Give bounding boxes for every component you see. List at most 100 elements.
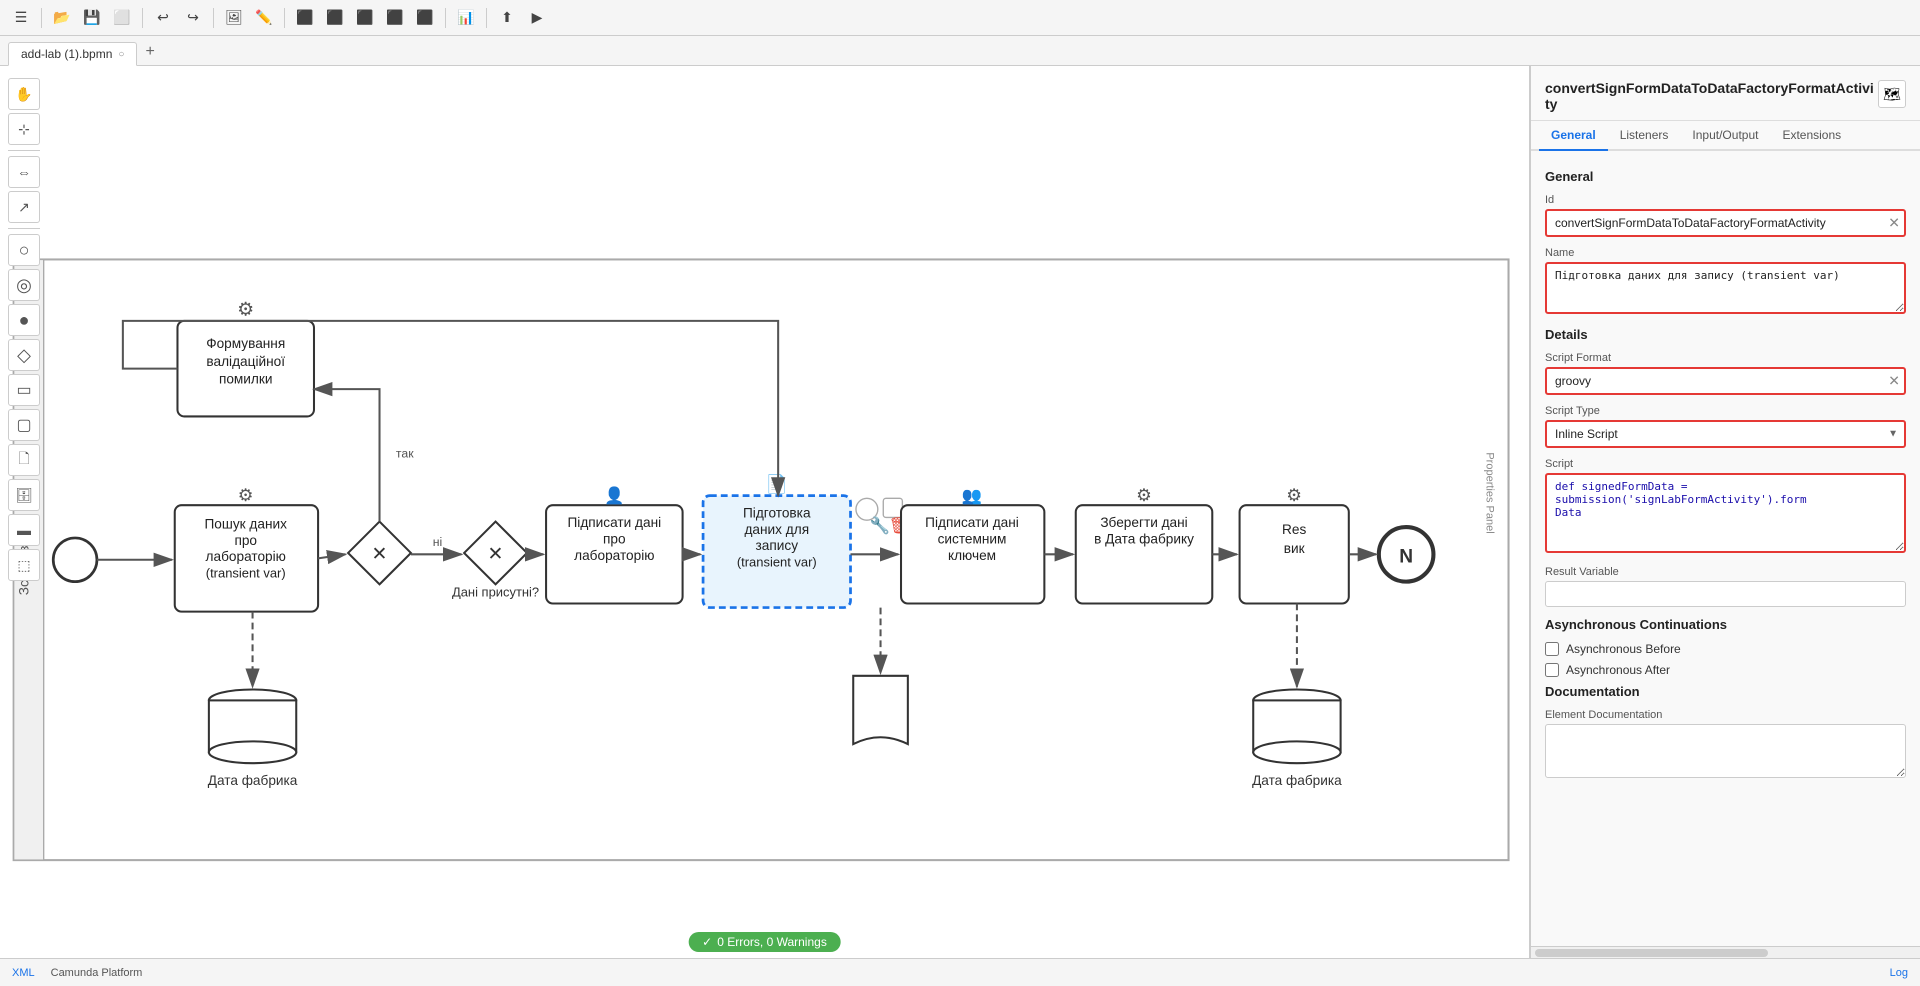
hand-tool[interactable]: ✋ xyxy=(8,78,40,110)
id-label: Id xyxy=(1545,194,1906,206)
properties-panel: convertSignFormDataToDataFactoryFormatAc… xyxy=(1530,66,1920,958)
props-hscroll[interactable] xyxy=(1531,946,1920,958)
dist-h-button[interactable]: ⬛ xyxy=(382,5,408,31)
details-section-title: Details xyxy=(1545,327,1906,342)
canvas-area[interactable]: ✋ ⊹ ⇔ ↗ ○ ◎ ● ◇ ▭ ▢ 🗋 🗄 ▬ ⬚ xyxy=(0,66,1530,958)
async-after-label: Asynchronous After xyxy=(1566,663,1670,677)
gear-icon-save: ⚙ xyxy=(1136,485,1152,505)
save-button[interactable]: 💾 xyxy=(79,5,105,31)
tab-close-icon[interactable]: ○ xyxy=(118,49,124,60)
tab-add-button[interactable]: + xyxy=(137,39,162,65)
script-type-group: Script Type Inline Script External Scrip… xyxy=(1545,405,1906,448)
name-label: Name xyxy=(1545,247,1906,259)
left-tools-panel: ✋ ⊹ ⇔ ↗ ○ ◎ ● ◇ ▭ ▢ 🗋 🗄 ▬ ⬚ xyxy=(8,78,40,581)
check-icon: ✓ xyxy=(702,935,712,949)
circle-event-2-tool[interactable]: ◎ xyxy=(8,269,40,301)
dist-v-button[interactable]: ⬛ xyxy=(412,5,438,31)
tab-general[interactable]: General xyxy=(1539,121,1608,151)
script-type-select[interactable]: Inline Script External Script xyxy=(1545,420,1906,448)
wrench-icon: 🔧 xyxy=(870,515,890,535)
start-event[interactable] xyxy=(53,538,97,582)
connect-tool[interactable]: ↗ xyxy=(8,191,40,223)
edit-mode-button[interactable]: ✏️ xyxy=(251,5,277,31)
map-icon[interactable]: 🗺 xyxy=(1878,80,1906,108)
task-prepare-label2: даних для xyxy=(744,522,809,537)
task-sign-lab-label3: лабораторію xyxy=(574,548,654,563)
flow-gw1-task1 xyxy=(314,389,380,521)
async-before-checkbox[interactable] xyxy=(1545,642,1559,656)
task-form-error-label2: валідаційної xyxy=(206,354,285,369)
tab-label: add-lab (1).bpmn xyxy=(21,47,112,61)
rounded-rect-tool[interactable]: ▢ xyxy=(8,409,40,441)
result-variable-input[interactable] xyxy=(1545,581,1906,607)
wide-rect-tool[interactable]: ▬ xyxy=(8,514,40,546)
redo-button[interactable]: ↪ xyxy=(180,5,206,31)
tab-input-output[interactable]: Input/Output xyxy=(1680,121,1770,151)
users-icon-sign-system: 👥 xyxy=(962,487,982,505)
async-after-checkbox[interactable] xyxy=(1545,663,1559,677)
image-button[interactable]: 🖼 xyxy=(221,5,247,31)
async-section-title: Asynchronous Continuations xyxy=(1545,617,1906,632)
task-res-label2: вик xyxy=(1284,541,1306,556)
export-button[interactable]: ⬜ xyxy=(109,5,135,31)
flow-ni-label: ні xyxy=(433,535,443,549)
db2-label: Дата фабрика xyxy=(1252,773,1342,788)
statusbar: XML Camunda Platform Log xyxy=(0,958,1920,986)
script-format-clear[interactable]: ✕ xyxy=(1888,373,1900,390)
script-format-input[interactable] xyxy=(1545,367,1906,395)
main-area: ✋ ⊹ ⇔ ↗ ○ ◎ ● ◇ ▭ ▢ 🗋 🗄 ▬ ⬚ xyxy=(0,66,1920,958)
name-field-group: Name Підготовка даних для запису (transi… xyxy=(1545,247,1906,317)
id-clear-button[interactable]: ✕ xyxy=(1888,215,1900,232)
cylinder-tool[interactable]: 🗄 xyxy=(8,479,40,511)
xml-label[interactable]: XML xyxy=(12,967,35,979)
log-label[interactable]: Log xyxy=(1890,967,1908,979)
play-button[interactable]: ▶ xyxy=(524,5,550,31)
diamond-tool[interactable]: ◇ xyxy=(8,339,40,371)
gear-icon-form-error: ⚙ xyxy=(237,299,254,320)
end-event-label: N xyxy=(1399,547,1413,568)
element-doc-textarea[interactable] xyxy=(1545,724,1906,778)
id-input[interactable] xyxy=(1545,209,1906,237)
props-hscroll-bar xyxy=(1535,949,1768,957)
gateway-2-label: Дані присутні? xyxy=(452,585,539,600)
script-format-group: Script Format ✕ xyxy=(1545,352,1906,395)
script-type-label: Script Type xyxy=(1545,405,1906,417)
filled-circle-tool[interactable]: ● xyxy=(8,304,40,336)
task-search-label3: лабораторію xyxy=(206,549,286,564)
move-tool[interactable]: ⇔ xyxy=(8,156,40,188)
task-sign-sys-label2: системним xyxy=(938,531,1007,546)
props-tabs: General Listeners Input/Output Extension… xyxy=(1531,121,1920,151)
gear-icon-res: ⚙ xyxy=(1286,485,1302,505)
gateway-2-x: ✕ xyxy=(488,544,504,565)
doc-section-title: Documentation xyxy=(1545,684,1906,699)
result-variable-group: Result Variable xyxy=(1545,566,1906,607)
tab-extensions[interactable]: Extensions xyxy=(1770,121,1853,151)
align-right-button[interactable]: ⬛ xyxy=(352,5,378,31)
script-textarea[interactable]: def signedFormData = submission('signLab… xyxy=(1545,473,1906,553)
tab-listeners[interactable]: Listeners xyxy=(1608,121,1681,151)
open-button[interactable]: 📂 xyxy=(49,5,75,31)
platform-label: Camunda Platform xyxy=(51,967,143,979)
sep5 xyxy=(445,8,446,28)
task-sign-lab-label1: Підписати дані xyxy=(567,515,661,530)
rectangle-tool[interactable]: ▭ xyxy=(8,374,40,406)
task-prepare-label3: запису xyxy=(756,538,799,553)
bpmn-diagram[interactable]: Зста бізн ⚙ Формування валідаційної поми… xyxy=(0,66,1529,958)
circle-event-tool[interactable]: ○ xyxy=(8,234,40,266)
align-center-button[interactable]: ⬛ xyxy=(322,5,348,31)
tab-main[interactable]: add-lab (1).bpmn ○ xyxy=(8,42,137,66)
menu-button[interactable]: ☰ xyxy=(8,5,34,31)
select-tool[interactable]: ⊹ xyxy=(8,113,40,145)
upload-button[interactable]: ⬆ xyxy=(494,5,520,31)
db1-bottom xyxy=(209,741,296,763)
undo-button[interactable]: ↩ xyxy=(150,5,176,31)
task-form-error-label3: помилки xyxy=(219,372,273,387)
toolbar: ☰ 📂 💾 ⬜ ↩ ↪ 🖼 ✏️ ⬛ ⬛ ⬛ ⬛ ⬛ 📊 ⬆ ▶ xyxy=(0,0,1920,36)
dashed-rect-tool[interactable]: ⬚ xyxy=(8,549,40,581)
task-save-label1: Зберегти дані xyxy=(1100,515,1187,530)
document-tool[interactable]: 🗋 xyxy=(8,444,40,476)
chart-button[interactable]: 📊 xyxy=(453,5,479,31)
name-input[interactable]: Підготовка даних для запису (transient v… xyxy=(1545,262,1906,314)
status-ok-text: 0 Errors, 0 Warnings xyxy=(717,935,827,949)
align-left-button[interactable]: ⬛ xyxy=(292,5,318,31)
